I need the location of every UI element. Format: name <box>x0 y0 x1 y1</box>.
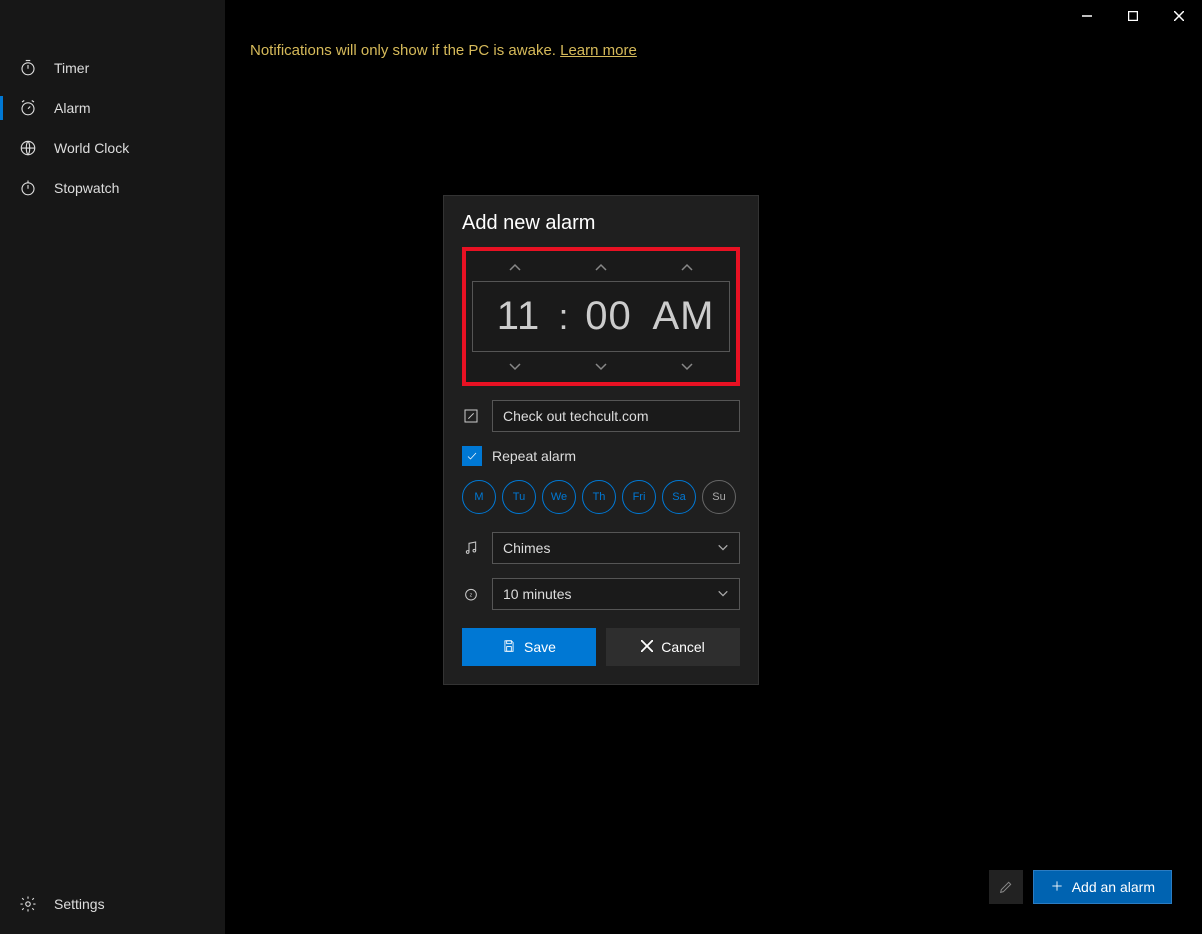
cancel-label: Cancel <box>661 639 705 655</box>
day-chip-sa[interactable]: Sa <box>662 480 696 514</box>
repeat-row: Repeat alarm <box>462 446 740 466</box>
add-alarm-dialog: Add new alarm 11 : 00 AM Check out techc… <box>443 195 759 685</box>
close-icon <box>641 639 653 655</box>
sound-select[interactable]: Chimes <box>492 532 740 564</box>
snooze-select[interactable]: 10 minutes <box>492 578 740 610</box>
day-chip-th[interactable]: Th <box>582 480 616 514</box>
day-chip-tu[interactable]: Tu <box>502 480 536 514</box>
edit-button[interactable] <box>989 870 1023 904</box>
snooze-value: 10 minutes <box>503 586 571 602</box>
sidebar-item-label: Settings <box>54 896 105 912</box>
time-minute[interactable]: 00 <box>574 294 644 339</box>
sidebar: Timer Alarm World Clock Stopwatch Settin… <box>0 0 225 934</box>
save-icon <box>502 639 516 656</box>
hour-up-button[interactable] <box>485 259 545 275</box>
day-chip-su[interactable]: Su <box>702 480 736 514</box>
time-picker-highlight: 11 : 00 AM <box>462 247 740 386</box>
alarm-name-input[interactable]: Check out techcult.com <box>492 400 740 432</box>
sound-row: Chimes <box>462 532 740 564</box>
svg-text:z: z <box>470 593 473 599</box>
notification-bar: Notifications will only show if the PC i… <box>225 32 1202 69</box>
timer-icon <box>18 58 38 78</box>
minute-up-button[interactable] <box>571 259 631 275</box>
save-button[interactable]: Save <box>462 628 596 666</box>
cancel-button[interactable]: Cancel <box>606 628 740 666</box>
sidebar-item-timer[interactable]: Timer <box>0 48 225 88</box>
edit-icon <box>462 408 480 424</box>
sidebar-item-settings[interactable]: Settings <box>0 884 225 924</box>
day-chip-m[interactable]: M <box>462 480 496 514</box>
hour-down-button[interactable] <box>485 358 545 374</box>
time-hour[interactable]: 11 <box>484 294 554 339</box>
snooze-row: z 10 minutes <box>462 578 740 610</box>
day-chip-fri[interactable]: Fri <box>622 480 656 514</box>
snooze-icon: z <box>462 586 480 602</box>
chevron-down-icon <box>717 587 729 601</box>
add-alarm-button[interactable]: Add an alarm <box>1033 870 1172 904</box>
save-label: Save <box>524 639 556 655</box>
time-period[interactable]: AM <box>649 294 719 339</box>
time-display[interactable]: 11 : 00 AM <box>472 281 730 352</box>
sidebar-item-label: Timer <box>54 60 89 76</box>
sound-value: Chimes <box>503 540 550 556</box>
sidebar-item-alarm[interactable]: Alarm <box>0 88 225 128</box>
sidebar-item-label: Alarm <box>54 100 91 116</box>
repeat-label: Repeat alarm <box>492 448 576 464</box>
minute-down-button[interactable] <box>571 358 631 374</box>
bottom-toolbar: Add an alarm <box>989 870 1172 904</box>
sidebar-item-label: Stopwatch <box>54 180 119 196</box>
sidebar-item-stopwatch[interactable]: Stopwatch <box>0 168 225 208</box>
plus-icon <box>1050 879 1064 896</box>
sidebar-item-worldclock[interactable]: World Clock <box>0 128 225 168</box>
minimize-button[interactable] <box>1064 0 1110 32</box>
day-chip-we[interactable]: We <box>542 480 576 514</box>
dialog-buttons: Save Cancel <box>462 628 740 666</box>
music-note-icon <box>462 540 480 556</box>
worldclock-icon <box>18 138 38 158</box>
window-controls <box>1064 0 1202 32</box>
stopwatch-icon <box>18 178 38 198</box>
dialog-title: Add new alarm <box>462 212 740 235</box>
gear-icon <box>18 894 38 914</box>
period-up-button[interactable] <box>657 259 717 275</box>
alarm-name-row: Check out techcult.com <box>462 400 740 432</box>
days-row: M Tu We Th Fri Sa Su <box>462 480 740 514</box>
chevron-down-icon <box>717 541 729 555</box>
sidebar-item-label: World Clock <box>54 140 129 156</box>
time-arrows-down <box>472 354 730 378</box>
period-down-button[interactable] <box>657 358 717 374</box>
add-alarm-label: Add an alarm <box>1072 879 1155 895</box>
close-button[interactable] <box>1156 0 1202 32</box>
notification-text: Notifications will only show if the PC i… <box>250 42 560 59</box>
alarm-icon <box>18 98 38 118</box>
alarm-name-value: Check out techcult.com <box>503 408 649 424</box>
maximize-button[interactable] <box>1110 0 1156 32</box>
repeat-checkbox[interactable] <box>462 446 482 466</box>
time-separator: : <box>559 296 569 338</box>
learn-more-link[interactable]: Learn more <box>560 42 637 59</box>
time-arrows-up <box>472 255 730 279</box>
